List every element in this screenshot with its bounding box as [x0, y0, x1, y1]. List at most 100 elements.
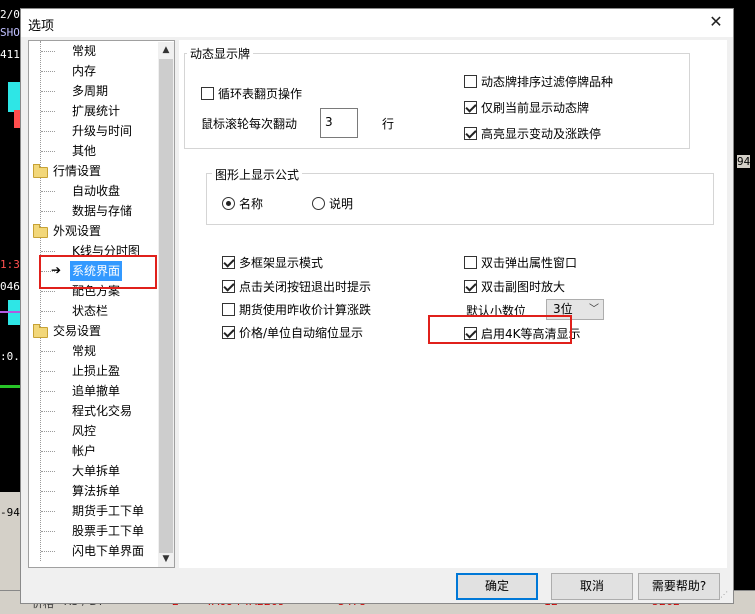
dynamic-board-title: 动态显示牌 [187, 45, 254, 62]
bg-right-text-0: 94 [737, 155, 751, 168]
tree-connector [41, 351, 55, 352]
tree-connector [41, 291, 55, 292]
tree-item[interactable]: 多周期 [72, 81, 108, 101]
tree-item[interactable]: 大单拆单 [72, 461, 120, 481]
scroll-down-icon[interactable]: ▼ [158, 551, 174, 567]
auto-scale-checkbox[interactable]: 价格/单位自动缩位显示 [222, 325, 363, 341]
tree-item[interactable]: 状态栏 [72, 301, 108, 321]
folder-icon [33, 164, 48, 178]
filter-suspended-label: 动态牌排序过滤停牌品种 [481, 75, 614, 89]
multi-frame-checkbox[interactable]: 多框架显示模式 [222, 255, 323, 271]
formula-desc-label: 说明 [329, 197, 354, 211]
tree-item[interactable]: 风控 [72, 421, 96, 441]
tree-connector [41, 251, 55, 252]
bg-purple-line [0, 311, 20, 313]
auto-scale-label: 价格/单位自动缩位显示 [239, 326, 364, 340]
only-current-checkbox[interactable]: 仅刷当前显示动态牌 [464, 100, 589, 116]
tree-connector [41, 311, 55, 312]
tree-category[interactable]: 交易设置 [53, 321, 101, 341]
tree-connector [41, 551, 55, 552]
dblclick-prop-label: 双击弹出属性窗口 [481, 256, 578, 270]
tree-item[interactable]: 数据与存储 [72, 201, 132, 221]
dblclick-zoom-checkbox[interactable]: 双击副图时放大 [464, 279, 565, 295]
highlight-box [464, 127, 477, 140]
formula-desc-dot [312, 197, 325, 210]
dialog-titlebar[interactable]: 选项 ✕ [21, 9, 733, 37]
bg-text-1: SHO [0, 26, 20, 39]
resize-grip-icon[interactable]: ⋰ [720, 590, 732, 602]
tree-item[interactable]: 止损止盈 [72, 361, 120, 381]
scroll-lines-unit: 行 [382, 117, 395, 131]
formula-name-label: 名称 [239, 197, 264, 211]
tree-item[interactable]: 常规 [72, 341, 96, 361]
futures-prev-checkbox[interactable]: 期货使用昨收价计算涨跌 [222, 302, 371, 318]
tree-category[interactable]: 行情设置 [53, 161, 101, 181]
tree-item[interactable]: 升级与时间 [72, 121, 132, 141]
tree-item[interactable]: 闪电下单界面 [72, 541, 144, 561]
bg-text-2: 411 [0, 48, 20, 61]
tree-connector [41, 471, 55, 472]
filter-suspended-checkbox[interactable]: 动态牌排序过滤停牌品种 [464, 74, 613, 90]
only-current-box [464, 101, 477, 114]
highlight-box-system-ui [39, 255, 157, 289]
tree-connector [41, 411, 55, 412]
bg-right-strip [734, 0, 755, 613]
close-icon[interactable]: ✕ [707, 13, 725, 31]
bg-text-5: :0. [0, 350, 20, 363]
auto-scale-box [222, 326, 235, 339]
tree-item[interactable]: 股票手工下单 [72, 521, 144, 541]
help-button[interactable]: 需要帮助? [638, 573, 720, 600]
cancel-button[interactable]: 取消 [551, 573, 633, 600]
formula-desc-radio[interactable]: 说明 [312, 196, 353, 212]
tree-item[interactable]: 追单撤单 [72, 381, 120, 401]
only-current-label: 仅刷当前显示动态牌 [481, 101, 590, 115]
tree-item[interactable]: 帐户 [72, 441, 96, 461]
tree-item[interactable]: 其他 [72, 141, 96, 161]
futures-prev-label: 期货使用昨收价计算涨跌 [239, 303, 372, 317]
futures-prev-box [222, 303, 235, 316]
tree-item[interactable]: 自动收盘 [72, 181, 120, 201]
tree-item[interactable]: 内存 [72, 61, 96, 81]
options-dialog: 选项 ✕ 常规 内存 多周期 扩展统计 升级与时间 其他 行情设置 自动收盘 数据与存储 外观设置… [20, 8, 734, 604]
formula-name-dot [222, 197, 235, 210]
highlight-label: 高亮显示变动及涨跌停 [481, 127, 602, 141]
bg-right-text-1: 34 [737, 506, 751, 519]
close-exit-checkbox[interactable]: 点击关闭按钮退出时提示 [222, 279, 371, 295]
tree-item[interactable]: 期货手工下单 [72, 501, 144, 521]
tree-connector [41, 391, 55, 392]
filter-suspended-box [464, 75, 477, 88]
tree-connector [41, 511, 55, 512]
tree-scrollbar[interactable]: ▲ ▼ [158, 42, 174, 567]
tree-connector [41, 211, 55, 212]
tree-item[interactable]: 常规 [72, 41, 96, 61]
scroll-thumb[interactable] [159, 59, 173, 553]
bg-cyan-bar-1 [8, 82, 20, 112]
multi-frame-label: 多框架显示模式 [239, 256, 324, 270]
tree-item[interactable]: 算法拆单 [72, 481, 120, 501]
tree-item[interactable]: 扩展统计 [72, 101, 120, 121]
tree-line [40, 41, 41, 561]
tree-item[interactable]: 程式化交易 [72, 401, 132, 421]
tree-connector [41, 91, 55, 92]
tree-connector [41, 451, 55, 452]
settings-tree[interactable]: 常规 内存 多周期 扩展统计 升级与时间 其他 行情设置 自动收盘 数据与存储 外观设置 K线与分时… [28, 40, 175, 568]
loop-page-label: 循环表翻页操作 [218, 87, 303, 101]
dblclick-prop-box [464, 256, 477, 269]
ok-button[interactable]: 确定 [456, 573, 538, 600]
settings-content: 动态显示牌 循环表翻页操作 鼠标滚轮每次翻动 3 行 动态牌排序过滤停牌品种 仅… [179, 40, 727, 568]
tree-connector [41, 51, 55, 52]
scroll-up-icon[interactable]: ▲ [158, 42, 174, 58]
scroll-lines-input[interactable]: 3 [320, 108, 358, 138]
chevron-down-icon: ﹀ [589, 304, 599, 315]
tree-connector [41, 191, 55, 192]
highlight-checkbox[interactable]: 高亮显示变动及涨跌停 [464, 126, 601, 142]
dialog-title: 选项 [28, 19, 55, 34]
dblclick-prop-checkbox[interactable]: 双击弹出属性窗口 [464, 255, 577, 271]
tree-category[interactable]: 外观设置 [53, 221, 101, 241]
dblclick-zoom-box [464, 280, 477, 293]
folder-icon [33, 324, 48, 338]
loop-page-checkbox[interactable]: 循环表翻页操作 [201, 86, 302, 102]
formula-name-radio[interactable]: 名称 [222, 196, 263, 212]
tree-connector [41, 71, 55, 72]
close-exit-box [222, 280, 235, 293]
